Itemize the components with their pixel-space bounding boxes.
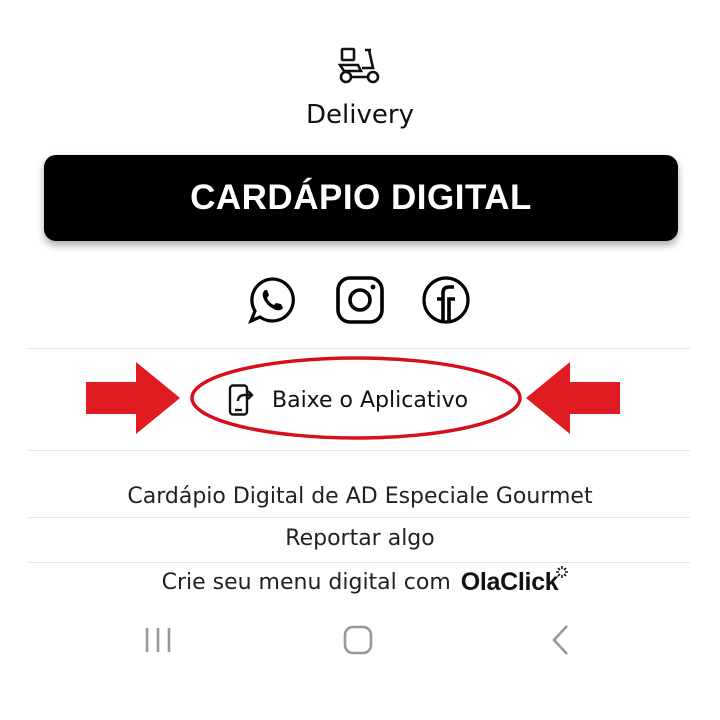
arrow-right-pointer-icon [86,362,180,434]
back-icon[interactable] [536,620,584,660]
arrow-left-pointer-icon [526,362,620,434]
delivery-label: Delivery [306,100,414,130]
divider [28,450,690,451]
create-menu-text: Crie seu menu digital com [161,570,451,595]
olaclick-brand-link[interactable]: OlaClick [460,566,569,597]
scooter-delivery-icon [338,47,380,84]
system-nav-bar [0,610,720,670]
divider [28,348,690,349]
divider [28,517,690,518]
recent-apps-icon[interactable] [134,620,182,660]
olaclick-logo-text: OlaClick [460,568,559,596]
digital-menu-button[interactable]: CARDÁPIO DIGITAL [44,155,678,241]
spark-icon [556,566,569,578]
download-app-link[interactable]: Baixe o Aplicativo [228,380,468,420]
footer-title: Cardápio Digital de AD Especiale Gourmet [127,484,593,509]
divider [28,562,690,563]
phone-share-icon [228,384,254,416]
download-app-label: Baixe o Aplicativo [272,387,469,413]
whatsapp-icon[interactable] [248,275,298,325]
create-menu-row: Crie seu menu digital com OlaClick [0,566,720,597]
instagram-icon[interactable] [335,275,385,325]
report-link[interactable]: Reportar algo [0,526,720,551]
facebook-icon[interactable] [421,275,471,325]
home-icon[interactable] [334,620,382,660]
